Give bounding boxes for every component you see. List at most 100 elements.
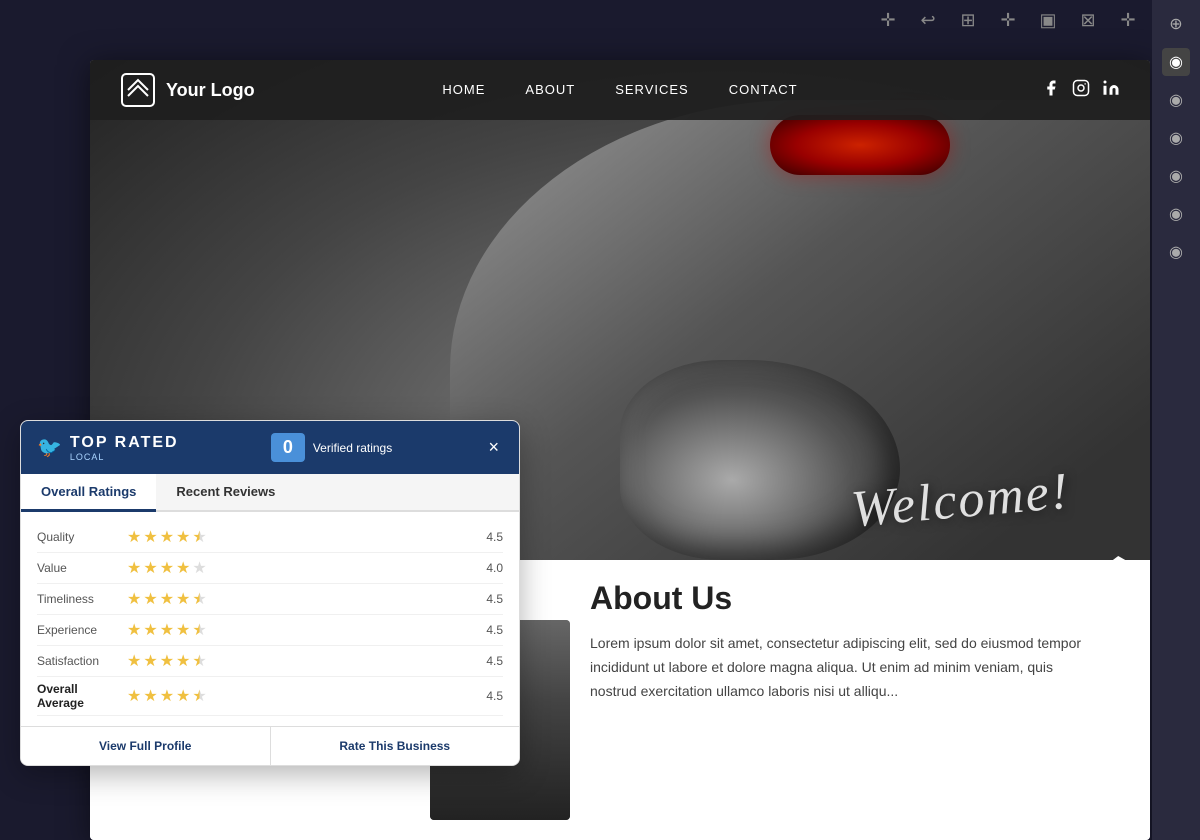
toolbar-icon-5[interactable]: ▣ (1036, 8, 1060, 32)
top-toolbar: ✛ ↩ ⊞ ✛ ▣ ⊠ ✛ (876, 8, 1140, 32)
rating-score-value: 4.0 (473, 561, 503, 575)
car-taillight (770, 115, 950, 175)
nav-contact[interactable]: CONTACT (729, 82, 798, 97)
about-body: Lorem ipsum dolor sit amet, consectetur … (590, 632, 1100, 703)
stars-overall: ★ ★ ★ ★ ★ (127, 686, 473, 706)
widget-footer: View Full Profile Rate This Business (21, 726, 519, 765)
star-5: ★ (192, 686, 206, 706)
right-toolbar-icon-6[interactable]: ◉ (1162, 200, 1190, 228)
star-3: ★ (160, 527, 174, 547)
nav-links: HOME ABOUT SERVICES CONTACT (370, 81, 870, 99)
linkedin-icon[interactable] (1102, 79, 1120, 102)
top-rated-widget: 🐦 TOP RATED LOCAL 0 Verified ratings × O… (20, 420, 520, 766)
star-4: ★ (176, 558, 190, 578)
star-2: ★ (143, 651, 157, 671)
widget-header: 🐦 TOP RATED LOCAL 0 Verified ratings × (21, 421, 519, 474)
star-5: ★ (192, 558, 206, 578)
right-toolbar-icon-7[interactable]: ◉ (1162, 238, 1190, 266)
right-toolbar-icon-4[interactable]: ◉ (1162, 124, 1190, 152)
stars-experience: ★ ★ ★ ★ ★ (127, 620, 473, 640)
logo-text: Your Logo (166, 80, 255, 101)
rating-score-quality: 4.5 (473, 530, 503, 544)
rating-score-satisfaction: 4.5 (473, 654, 503, 668)
right-toolbar-icon-5[interactable]: ◉ (1162, 162, 1190, 190)
star-3: ★ (160, 558, 174, 578)
ratings-list: Quality ★ ★ ★ ★ ★ 4.5 Value ★ ★ ★ ★ ★ 4.… (21, 512, 519, 726)
rating-row-satisfaction: Satisfaction ★ ★ ★ ★ ★ 4.5 (37, 646, 503, 677)
right-toolbar-icon-3[interactable]: ◉ (1162, 86, 1190, 114)
toolbar-icon-4[interactable]: ✛ (996, 8, 1020, 32)
star-3: ★ (160, 686, 174, 706)
star-1: ★ (127, 527, 141, 547)
tab-overall-ratings[interactable]: Overall Ratings (21, 474, 156, 512)
toolbar-icon-2[interactable]: ↩ (916, 8, 940, 32)
toolbar-icon-7[interactable]: ✛ (1116, 8, 1140, 32)
right-toolbar-icon-2[interactable]: ◉ (1162, 48, 1190, 76)
toolbar-icon-6[interactable]: ⊠ (1076, 8, 1100, 32)
rating-label-satisfaction: Satisfaction (37, 654, 127, 668)
star-4: ★ (176, 620, 190, 640)
star-1: ★ (127, 651, 141, 671)
star-4: ★ (176, 686, 190, 706)
rating-row-value: Value ★ ★ ★ ★ ★ 4.0 (37, 553, 503, 584)
rating-label-overall: Overall Average (37, 682, 127, 710)
star-1: ★ (127, 558, 141, 578)
toolbar-icon-3[interactable]: ⊞ (956, 8, 980, 32)
star-4: ★ (176, 589, 190, 609)
tab-recent-reviews[interactable]: Recent Reviews (156, 474, 295, 510)
star-2: ★ (143, 589, 157, 609)
toolbar-icon-1[interactable]: ✛ (876, 8, 900, 32)
rating-score-experience: 4.5 (473, 623, 503, 637)
nav-services[interactable]: SERVICES (615, 82, 689, 97)
rating-row-experience: Experience ★ ★ ★ ★ ★ 4.5 (37, 615, 503, 646)
stars-quality: ★ ★ ★ ★ ★ (127, 527, 473, 547)
nav-home[interactable]: HOME (442, 82, 485, 97)
star-2: ★ (143, 620, 157, 640)
star-3: ★ (160, 620, 174, 640)
top-rated-brand: 🐦 TOP RATED LOCAL (37, 434, 179, 462)
star-4: ★ (176, 651, 190, 671)
top-rated-sub: LOCAL (70, 452, 179, 462)
close-button[interactable]: × (484, 437, 503, 458)
star-3: ★ (160, 589, 174, 609)
rating-label-value: Value (37, 561, 127, 575)
star-3: ★ (160, 651, 174, 671)
logo-area: Your Logo (120, 72, 370, 108)
rate-this-business-button[interactable]: Rate This Business (271, 727, 520, 765)
right-toolbar-icon-1[interactable]: ⊕ (1162, 10, 1190, 38)
rating-row-overall: Overall Average ★ ★ ★ ★ ★ 4.5 (37, 677, 503, 716)
verified-text: Verified ratings (313, 441, 392, 455)
star-1: ★ (127, 589, 141, 609)
verified-badge: 0 Verified ratings (271, 433, 392, 462)
rating-score-overall: 4.5 (473, 689, 503, 703)
star-5: ★ (192, 651, 206, 671)
facebook-icon[interactable] (1042, 79, 1060, 102)
nav-about[interactable]: ABOUT (525, 82, 575, 97)
about-title: About Us (590, 580, 1100, 617)
top-rated-text: TOP RATED (70, 434, 179, 451)
brand-text-container: TOP RATED LOCAL (70, 434, 179, 462)
stars-value: ★ ★ ★ ★ ★ (127, 558, 473, 578)
star-1: ★ (127, 686, 141, 706)
social-icons (870, 79, 1120, 102)
right-toolbar: ⊕ ◉ ◉ ◉ ◉ ◉ ◉ (1152, 0, 1200, 840)
rating-row-quality: Quality ★ ★ ★ ★ ★ 4.5 (37, 522, 503, 553)
rating-label-quality: Quality (37, 530, 127, 544)
star-5: ★ (192, 589, 206, 609)
stars-satisfaction: ★ ★ ★ ★ ★ (127, 651, 473, 671)
rating-row-timeliness: Timeliness ★ ★ ★ ★ ★ 4.5 (37, 584, 503, 615)
about-text-area: About Us Lorem ipsum dolor sit amet, con… (590, 580, 1100, 703)
instagram-icon[interactable] (1072, 79, 1090, 102)
star-2: ★ (143, 527, 157, 547)
rating-label-timeliness: Timeliness (37, 592, 127, 606)
star-5: ★ (192, 527, 206, 547)
rating-score-timeliness: 4.5 (473, 592, 503, 606)
rating-label-experience: Experience (37, 623, 127, 637)
star-5: ★ (192, 620, 206, 640)
bird-icon: 🐦 (37, 435, 62, 460)
view-full-profile-button[interactable]: View Full Profile (21, 727, 271, 765)
rating-count: 0 (271, 433, 305, 462)
navbar: Your Logo HOME ABOUT SERVICES CONTACT (90, 60, 1150, 120)
star-2: ★ (143, 558, 157, 578)
star-1: ★ (127, 620, 141, 640)
